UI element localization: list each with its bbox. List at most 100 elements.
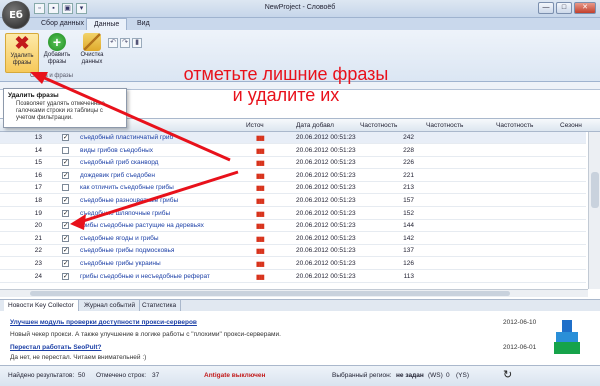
phrase-link[interactable]: дождевик гриб съедобен bbox=[80, 172, 155, 179]
row-checkbox[interactable]: ✓ bbox=[62, 260, 69, 267]
date-added: 20.06.2012 00:51:23 bbox=[296, 272, 356, 280]
phrase-link[interactable]: съедобные грибы подмосковья bbox=[80, 247, 174, 254]
phrase-link[interactable]: грибы съедобные растущие на деревьях bbox=[80, 222, 204, 229]
row-checkbox[interactable] bbox=[62, 146, 69, 154]
phrase-link[interactable]: как отличить съедобные грибы bbox=[80, 184, 174, 191]
frequency-value: 221 bbox=[403, 171, 414, 179]
table-row[interactable]: 16 ✓ дождевик гриб съедобен ▮▮▮ 20.06.2012 0… bbox=[0, 170, 586, 182]
minimize-button[interactable]: — bbox=[538, 2, 554, 14]
row-checkbox[interactable]: ✓ bbox=[62, 171, 69, 179]
table-row[interactable]: 19 ✓ съедобные шляпочные грибы ▮▮▮ 20.06.201… bbox=[0, 208, 586, 220]
undo-redo-group: ↶ ↷ ▮ bbox=[108, 38, 142, 48]
table-row[interactable]: 22 ✓ съедобные грибы подмосковья ▮▮▮ 20.06.2… bbox=[0, 245, 586, 258]
row-number: 22 bbox=[34, 247, 42, 255]
date-added: 20.06.2012 00:51:23 bbox=[296, 171, 356, 179]
row-checkbox[interactable]: ✓ bbox=[62, 234, 69, 242]
news-item-2: Перестал работать SeoPult? bbox=[10, 344, 102, 351]
phrase-link[interactable]: съедобные ягоды и грибы bbox=[80, 235, 159, 242]
col-frequency-3[interactable]: Частотность bbox=[496, 122, 533, 129]
refresh-icon[interactable]: ↻ bbox=[503, 369, 515, 381]
frequency-value: 226 bbox=[403, 159, 414, 167]
add-plus-icon: + bbox=[48, 33, 66, 51]
frequency-value: 228 bbox=[403, 146, 414, 154]
close-button[interactable]: ✕ bbox=[574, 2, 596, 14]
phrase-link[interactable]: грибы съедобные и несъедобные реферат bbox=[80, 273, 210, 280]
col-source[interactable]: Источ bbox=[246, 122, 264, 129]
annotation-line-2: и удалите их bbox=[232, 85, 340, 105]
tab-view[interactable]: Вид bbox=[130, 18, 157, 30]
phrase-link[interactable]: съедобные шляпочные грибы bbox=[80, 210, 170, 217]
date-added: 20.06.2012 00:51:23 bbox=[296, 260, 356, 267]
table-row[interactable]: 15 ✓ съедобный гриб сканворд ▮▮▮ 20.06.2012 … bbox=[0, 157, 586, 170]
frequency-bars-icon: ▮▮▮ bbox=[256, 172, 265, 180]
table-row[interactable]: 23 ✓ съедобные грибы украины ▮▮▮ 20.06.2012 … bbox=[0, 258, 586, 270]
col-frequency-1[interactable]: Частотность bbox=[360, 122, 397, 129]
clear-data-button[interactable]: Очистка данных bbox=[75, 33, 109, 73]
row-checkbox[interactable]: ✓ bbox=[62, 159, 69, 167]
table-row[interactable]: 24 ✓ грибы съедобные и несъедобные реферат… bbox=[0, 271, 586, 283]
date-added: 20.06.2012 00:51:23 bbox=[296, 184, 356, 192]
app-logo[interactable]: Eб bbox=[2, 1, 30, 29]
ws-label: (WS) bbox=[428, 372, 443, 379]
frequency-bars-icon: ▮▮▮ bbox=[256, 210, 265, 218]
col-date-added[interactable]: Дата добавл bbox=[296, 122, 334, 129]
phrase-link[interactable]: съедобный пластинчатый гриб bbox=[80, 134, 173, 141]
frequency-bars-icon: ▮▮▮ bbox=[256, 223, 265, 231]
horizontal-scroll-thumb[interactable] bbox=[30, 291, 510, 296]
col-seasonal[interactable]: Сезонн bbox=[560, 122, 582, 129]
date-added: 20.06.2012 00:51:23 bbox=[296, 159, 356, 167]
row-number: 20 bbox=[34, 222, 42, 230]
row-number: 17 bbox=[34, 184, 42, 192]
ribbon-tabs: Сбор данных Данные Вид bbox=[0, 18, 600, 30]
phrase-link[interactable]: съедобные разноцветные грибы bbox=[80, 197, 178, 204]
table-row[interactable]: 21 ✓ съедобные ягоды и грибы ▮▮▮ 20.06.2012 … bbox=[0, 233, 586, 245]
vertical-scrollbar[interactable] bbox=[588, 132, 600, 289]
tab-data[interactable]: Данные bbox=[86, 18, 128, 30]
frequency-bars-icon: ▮▮▮ bbox=[256, 248, 265, 256]
export-icon[interactable]: ▮ bbox=[132, 38, 142, 48]
frequency-bars-icon: ▮▮▮ bbox=[256, 273, 265, 281]
phrase-link[interactable]: съедобный гриб сканворд bbox=[80, 159, 158, 166]
undo-icon[interactable]: ↶ bbox=[108, 38, 118, 48]
table-row[interactable]: 14 виды грибов съедобных ▮▮▮ 20.06.2012 00:… bbox=[0, 145, 586, 157]
status-bar: Найдено результатов: 50 Отмечено строк: … bbox=[0, 365, 600, 386]
row-checkbox[interactable]: ✓ bbox=[62, 209, 69, 217]
frequency-value: 113 bbox=[403, 272, 414, 280]
frequency-value: 144 bbox=[403, 222, 414, 230]
table-row[interactable]: 18 ✓ съедобные разноцветные грибы ▮▮▮ 20.06.… bbox=[0, 195, 586, 207]
date-added: 20.06.2012 00:51:23 bbox=[296, 134, 356, 141]
horizontal-scrollbar[interactable] bbox=[0, 289, 588, 297]
add-phrases-label: Добавить фразы bbox=[43, 52, 71, 65]
phrase-link[interactable]: съедобные грибы украины bbox=[80, 260, 161, 267]
frequency-bars-icon: ▮▮▮ bbox=[256, 147, 265, 155]
row-checkbox[interactable]: ✓ bbox=[62, 134, 69, 141]
marked-label: Отмечено строк: bbox=[96, 372, 147, 379]
found-value: 50 bbox=[78, 372, 86, 379]
row-checkbox[interactable]: ✓ bbox=[62, 197, 69, 204]
col-frequency-2[interactable]: Частотность bbox=[426, 122, 463, 129]
row-number: 24 bbox=[34, 272, 42, 280]
row-checkbox[interactable]: ✓ bbox=[62, 222, 69, 230]
tab-data-collection[interactable]: Сбор данных bbox=[34, 18, 91, 30]
add-phrases-button[interactable]: + Добавить фразы bbox=[40, 33, 74, 73]
date-added: 20.06.2012 00:51:23 bbox=[296, 234, 356, 242]
table-row[interactable]: 20 ✓ грибы съедобные растущие на деревьях ▮… bbox=[0, 220, 586, 233]
redo-icon[interactable]: ↷ bbox=[120, 38, 130, 48]
region-value: не задан bbox=[396, 372, 424, 379]
row-checkbox[interactable]: ✓ bbox=[62, 272, 69, 280]
delete-phrases-button[interactable]: ✖ Удалить фразы bbox=[5, 33, 39, 73]
news-title-2[interactable]: Перестал работать SeoPult? bbox=[10, 344, 102, 351]
row-checkbox[interactable] bbox=[62, 184, 69, 192]
date-added: 20.06.2012 00:51:23 bbox=[296, 247, 356, 255]
row-checkbox[interactable]: ✓ bbox=[62, 247, 69, 255]
phrase-link[interactable]: виды грибов съедобных bbox=[80, 147, 153, 154]
table-row[interactable]: 17 как отличить съедобные грибы ▮▮▮ 20.06.2… bbox=[0, 182, 586, 195]
frequency-bars-icon: ▮▮▮ bbox=[256, 198, 265, 205]
news-title-1[interactable]: Улучшен модуль проверки доступности прок… bbox=[10, 319, 197, 326]
phrases-grid: Источ Дата добавл Частотность Частотност… bbox=[0, 118, 600, 297]
vertical-scroll-thumb[interactable] bbox=[591, 172, 599, 208]
row-number: 16 bbox=[34, 171, 42, 179]
row-number: 21 bbox=[34, 234, 42, 242]
table-row[interactable]: 13 ✓ съедобный пластинчатый гриб ▮▮▮ 20.06.2… bbox=[0, 132, 586, 144]
maximize-button[interactable]: □ bbox=[556, 2, 572, 14]
